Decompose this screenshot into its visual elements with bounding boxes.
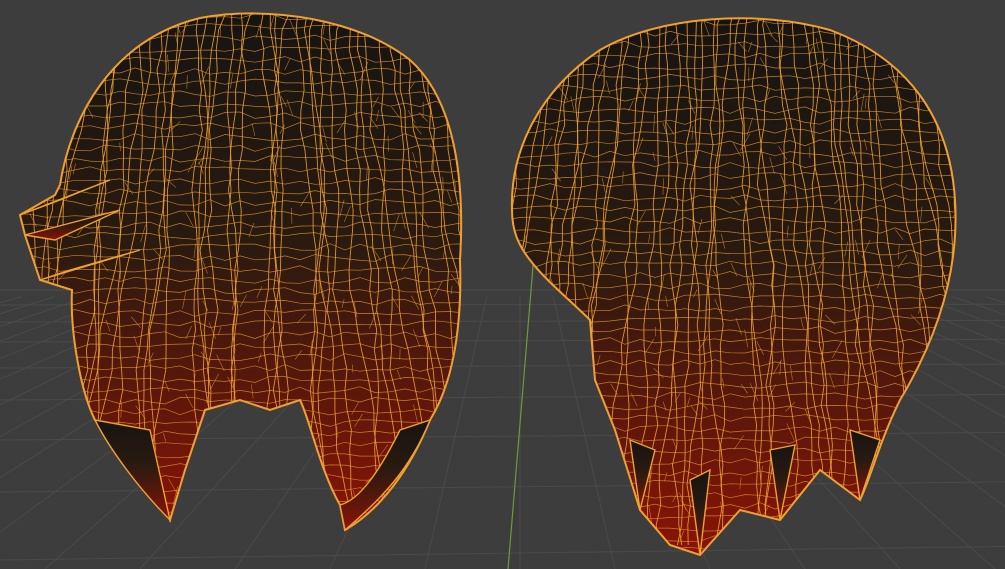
grid-line	[0, 546, 1005, 561]
hair-mesh-back[interactable]	[403, 5, 1005, 569]
viewport-canvas[interactable]	[0, 0, 1005, 569]
hair-surface	[511, 18, 956, 556]
3d-viewport[interactable]	[0, 0, 1005, 569]
hair-mesh-front[interactable]	[0, 10, 569, 547]
grid-line	[0, 296, 55, 315]
y-axis-line	[507, 229, 537, 569]
